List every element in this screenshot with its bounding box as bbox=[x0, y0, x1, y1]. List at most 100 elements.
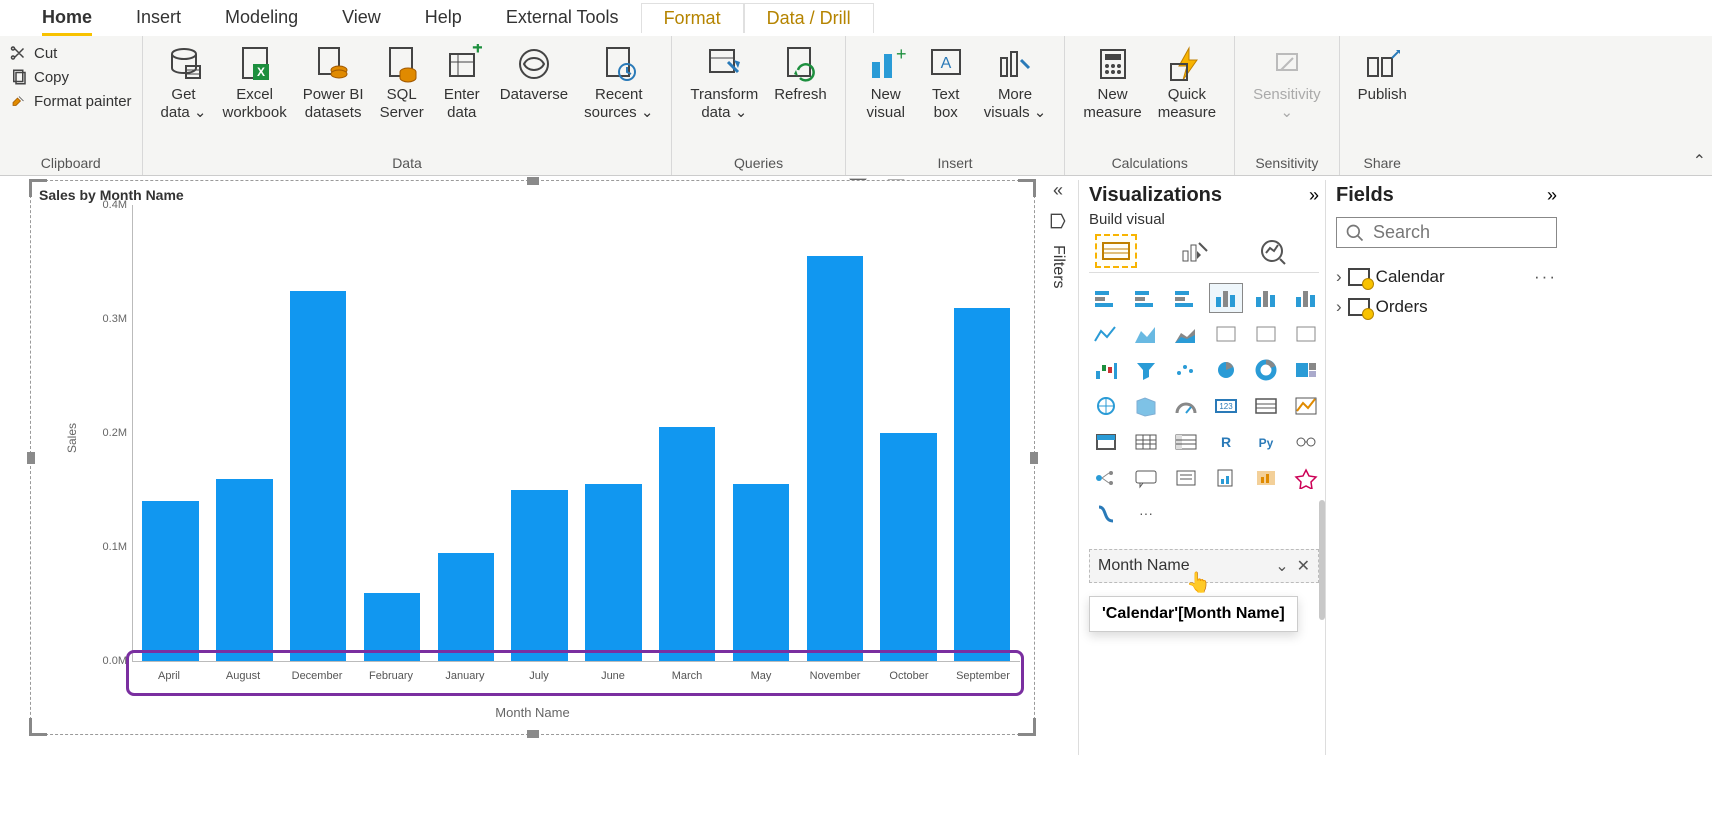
table-more-icon[interactable]: ··· bbox=[1534, 267, 1557, 287]
tab-home[interactable]: Home bbox=[20, 3, 114, 32]
resize-handle[interactable] bbox=[527, 177, 539, 185]
resize-handle[interactable] bbox=[527, 730, 539, 738]
viz-type-funnel[interactable] bbox=[1129, 355, 1163, 385]
viz-type-rvis[interactable]: R bbox=[1209, 427, 1243, 457]
bar[interactable] bbox=[733, 484, 789, 661]
viz-type-qna[interactable] bbox=[1129, 463, 1163, 493]
viz-type-combo2[interactable] bbox=[1249, 319, 1283, 349]
copy-button[interactable]: Copy bbox=[10, 68, 132, 86]
viz-type-ribbonc[interactable] bbox=[1289, 319, 1323, 349]
bar[interactable] bbox=[438, 553, 494, 661]
viz-type-gauge[interactable] bbox=[1169, 391, 1203, 421]
recent-sources-button[interactable]: Recent sources ⌄ bbox=[576, 40, 661, 126]
enter-data-button[interactable]: + Enter data bbox=[432, 40, 492, 126]
viz-type-treemap[interactable] bbox=[1289, 355, 1323, 385]
expand-filters-icon[interactable]: « bbox=[1053, 180, 1063, 201]
viz-type-card[interactable]: 123 bbox=[1209, 391, 1243, 421]
tab-external-tools[interactable]: External Tools bbox=[484, 3, 641, 32]
viz-type-sarea[interactable] bbox=[1169, 319, 1203, 349]
viz-type-pbapp[interactable] bbox=[1249, 463, 1283, 493]
refresh-button[interactable]: Refresh bbox=[766, 40, 835, 108]
report-canvas[interactable]: ••• Sales by Month Name Sales 0.0M0.1M0.… bbox=[30, 180, 1035, 735]
analytics-tab[interactable] bbox=[1251, 234, 1293, 268]
viz-type-keyinf[interactable] bbox=[1289, 427, 1323, 457]
resize-handle[interactable] bbox=[27, 452, 35, 464]
viz-type-map[interactable] bbox=[1089, 391, 1123, 421]
tab-data-drill[interactable]: Data / Drill bbox=[744, 3, 874, 33]
resize-handle[interactable] bbox=[1030, 452, 1038, 464]
format-visual-tab[interactable] bbox=[1173, 234, 1215, 268]
viz-type-waterfall[interactable] bbox=[1089, 355, 1123, 385]
dataverse-button[interactable]: Dataverse bbox=[492, 40, 576, 108]
viz-type-decomp[interactable] bbox=[1089, 463, 1123, 493]
bar[interactable] bbox=[954, 308, 1010, 661]
viz-type-scol[interactable] bbox=[1249, 283, 1283, 313]
filters-bookmark-icon[interactable] bbox=[1048, 211, 1068, 231]
tab-view[interactable]: View bbox=[320, 3, 403, 32]
bar[interactable] bbox=[511, 490, 567, 661]
viz-type-fillmap[interactable] bbox=[1129, 391, 1163, 421]
bar[interactable] bbox=[659, 427, 715, 661]
viz-type-sbar100[interactable] bbox=[1169, 283, 1203, 313]
pbi-datasets-button[interactable]: Power BI datasets bbox=[295, 40, 372, 126]
viz-type-narrative[interactable] bbox=[1169, 463, 1203, 493]
viz-type-mcard[interactable] bbox=[1249, 391, 1283, 421]
excel-workbook-button[interactable]: X Excel workbook bbox=[215, 40, 295, 126]
viz-type-combo1[interactable] bbox=[1209, 319, 1243, 349]
tab-format[interactable]: Format bbox=[641, 3, 744, 33]
text-box-button[interactable]: A Text box bbox=[916, 40, 976, 126]
viz-type-sbar[interactable] bbox=[1089, 283, 1123, 313]
format-painter-button[interactable]: Format painter bbox=[10, 92, 132, 110]
get-data-button[interactable]: Get data ⌄ bbox=[153, 40, 215, 126]
ribbon-collapse-button[interactable]: ⌃ bbox=[1693, 151, 1706, 171]
viz-type-more[interactable]: ··· bbox=[1129, 499, 1163, 529]
bar[interactable] bbox=[216, 479, 272, 661]
viz-type-donut[interactable] bbox=[1249, 355, 1283, 385]
viz-type-kpi[interactable] bbox=[1289, 391, 1323, 421]
bar[interactable] bbox=[880, 433, 936, 661]
field-remove-icon[interactable]: ✕ bbox=[1297, 556, 1310, 576]
tab-insert[interactable]: Insert bbox=[114, 3, 203, 32]
viz-type-slicer[interactable] bbox=[1089, 427, 1123, 457]
tab-help[interactable]: Help bbox=[403, 3, 484, 32]
publish-button[interactable]: Publish bbox=[1350, 40, 1415, 108]
collapse-vis-pane-icon[interactable]: » bbox=[1309, 185, 1319, 206]
viz-type-pyvis[interactable]: Py bbox=[1249, 427, 1283, 457]
viz-type-scatter[interactable] bbox=[1169, 355, 1203, 385]
fields-search-input[interactable]: Search bbox=[1336, 217, 1557, 248]
transform-data-button[interactable]: Transform data ⌄ bbox=[682, 40, 766, 126]
bar[interactable] bbox=[807, 256, 863, 661]
chart-visual[interactable]: Sales by Month Name Sales 0.0M0.1M0.2M0.… bbox=[30, 180, 1035, 735]
viz-type-line[interactable] bbox=[1089, 319, 1123, 349]
bar[interactable] bbox=[585, 484, 641, 661]
viz-type-pauto[interactable] bbox=[1089, 499, 1123, 529]
viz-type-table[interactable] bbox=[1129, 427, 1163, 457]
viz-type-ccol[interactable] bbox=[1209, 283, 1243, 313]
viz-type-pie[interactable] bbox=[1209, 355, 1243, 385]
chevron-right-icon: › bbox=[1336, 297, 1342, 317]
x-axis-field-well[interactable]: Month Name ⌄ ✕ 👆 bbox=[1089, 549, 1319, 583]
field-table-orders[interactable]: ›Orders bbox=[1336, 292, 1557, 322]
viz-type-cbar[interactable] bbox=[1129, 283, 1163, 313]
sql-server-button[interactable]: SQL Server bbox=[372, 40, 432, 126]
new-measure-button[interactable]: New measure bbox=[1075, 40, 1149, 126]
viz-type-matrix[interactable] bbox=[1169, 427, 1203, 457]
build-visual-tab[interactable] bbox=[1095, 234, 1137, 268]
viz-type-scol100[interactable] bbox=[1289, 283, 1323, 313]
bar[interactable] bbox=[290, 291, 346, 662]
new-visual-button[interactable]: + New visual bbox=[856, 40, 916, 126]
viz-type-area[interactable] bbox=[1129, 319, 1163, 349]
group-clipboard: Cut Copy Format painter Clipboard bbox=[0, 36, 143, 175]
bar[interactable] bbox=[364, 593, 420, 661]
field-table-calendar[interactable]: ›Calendar··· bbox=[1336, 262, 1557, 292]
viz-type-pag[interactable] bbox=[1209, 463, 1243, 493]
filters-pane-collapsed[interactable]: « Filters bbox=[1040, 180, 1076, 289]
collapse-fields-pane-icon[interactable]: » bbox=[1547, 185, 1557, 206]
bar[interactable] bbox=[142, 501, 198, 661]
more-visuals-button[interactable]: More visuals ⌄ bbox=[976, 40, 1055, 126]
cut-button[interactable]: Cut bbox=[10, 44, 132, 62]
field-dropdown-icon[interactable]: ⌄ bbox=[1275, 556, 1288, 576]
quick-measure-button[interactable]: Quick measure bbox=[1150, 40, 1224, 126]
viz-type-getmore[interactable] bbox=[1289, 463, 1323, 493]
tab-modeling[interactable]: Modeling bbox=[203, 3, 320, 32]
